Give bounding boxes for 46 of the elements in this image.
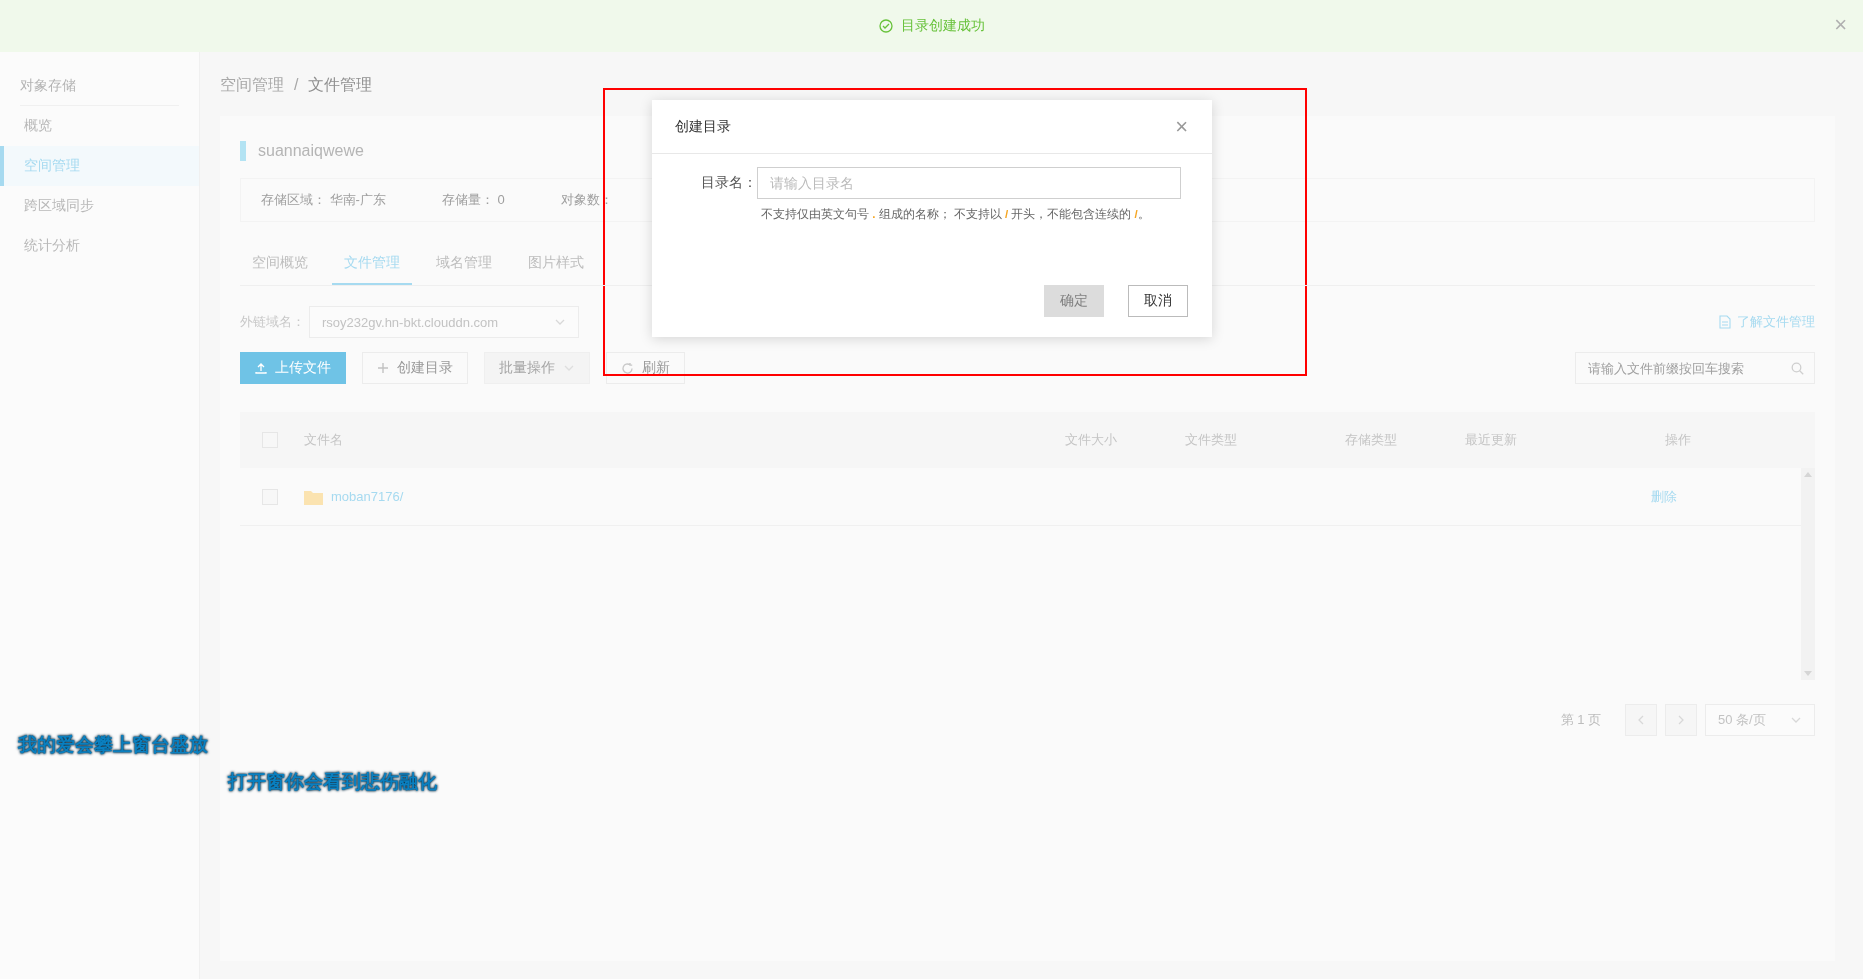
folder-name-input[interactable]: 请输入目录名 bbox=[757, 167, 1181, 199]
toolbar-button[interactable]: 刷新 bbox=[606, 352, 685, 384]
scroll-down-icon bbox=[1804, 671, 1812, 676]
help-link[interactable]: 了解文件管理 bbox=[1719, 313, 1815, 331]
field-label: 目录名： bbox=[700, 174, 757, 192]
info-item: 存储量： 0 bbox=[441, 191, 505, 209]
folder-icon bbox=[304, 488, 323, 505]
plus-icon bbox=[377, 362, 389, 374]
sidebar-item[interactable]: 概览 bbox=[0, 106, 199, 146]
dialog-title: 创建目录 bbox=[675, 117, 731, 136]
dialog-button[interactable]: 取消 bbox=[1128, 285, 1188, 317]
scroll-up-icon bbox=[1804, 472, 1812, 477]
file-name-link[interactable]: moban7176/ bbox=[331, 489, 404, 504]
toolbar-button[interactable]: 上传文件 bbox=[240, 352, 346, 384]
sidebar-title: 对象存储 bbox=[20, 66, 179, 106]
refresh-icon bbox=[621, 361, 634, 375]
document-icon bbox=[1719, 315, 1731, 329]
info-item: 对象数： bbox=[560, 191, 613, 209]
bucket-name: suannaiqwewe bbox=[258, 142, 364, 160]
title-accent bbox=[240, 141, 246, 161]
close-button[interactable]: × bbox=[1173, 115, 1190, 138]
search-input[interactable]: 请输入文件前缀按回车搜索 bbox=[1586, 359, 1791, 377]
toast-message: 目录创建成功 bbox=[900, 17, 985, 35]
toolbar-button[interactable]: 创建目录 bbox=[362, 352, 468, 384]
breadcrumb-item[interactable]: 空间管理 bbox=[220, 74, 284, 96]
sidebar-item[interactable]: 跨区域同步 bbox=[0, 186, 199, 226]
field-hint: 不支持仅由英文句号 . 组成的名称； 不支持以 / 开头，不能包含连续的 /。 bbox=[761, 207, 1151, 222]
lyric-line: 我的爱会攀上窗台盛放 bbox=[18, 733, 208, 757]
info-item: 存储区域： 华南-广东 bbox=[261, 191, 386, 209]
delete-link[interactable]: 删除 bbox=[1651, 487, 1801, 506]
breadcrumb-item: 文件管理 bbox=[308, 74, 373, 95]
breadcrumb-separator: / bbox=[294, 76, 299, 94]
scrollbar[interactable] bbox=[1801, 468, 1815, 680]
previous-page-button[interactable] bbox=[1625, 704, 1657, 736]
domain-select[interactable]: rsoy232gv.hn-bkt.clouddn.com bbox=[309, 306, 579, 338]
page-size-select[interactable]: 50 条/页 bbox=[1705, 704, 1815, 736]
next-page-button[interactable] bbox=[1665, 704, 1697, 736]
lyric-line: 打开窗你会看到悲伤融化 bbox=[228, 770, 437, 794]
close-button[interactable]: × bbox=[1830, 14, 1851, 36]
sidebar-item[interactable]: 统计分析 bbox=[0, 226, 199, 266]
page-indicator: 第 1 页 bbox=[1560, 711, 1601, 729]
sidebar-item[interactable]: 空间管理 bbox=[0, 146, 199, 186]
search-field[interactable]: 请输入文件前缀按回车搜索 bbox=[1575, 352, 1815, 384]
search-icon bbox=[1791, 361, 1804, 375]
upload-icon bbox=[255, 362, 267, 374]
check-circle-icon bbox=[878, 19, 893, 33]
